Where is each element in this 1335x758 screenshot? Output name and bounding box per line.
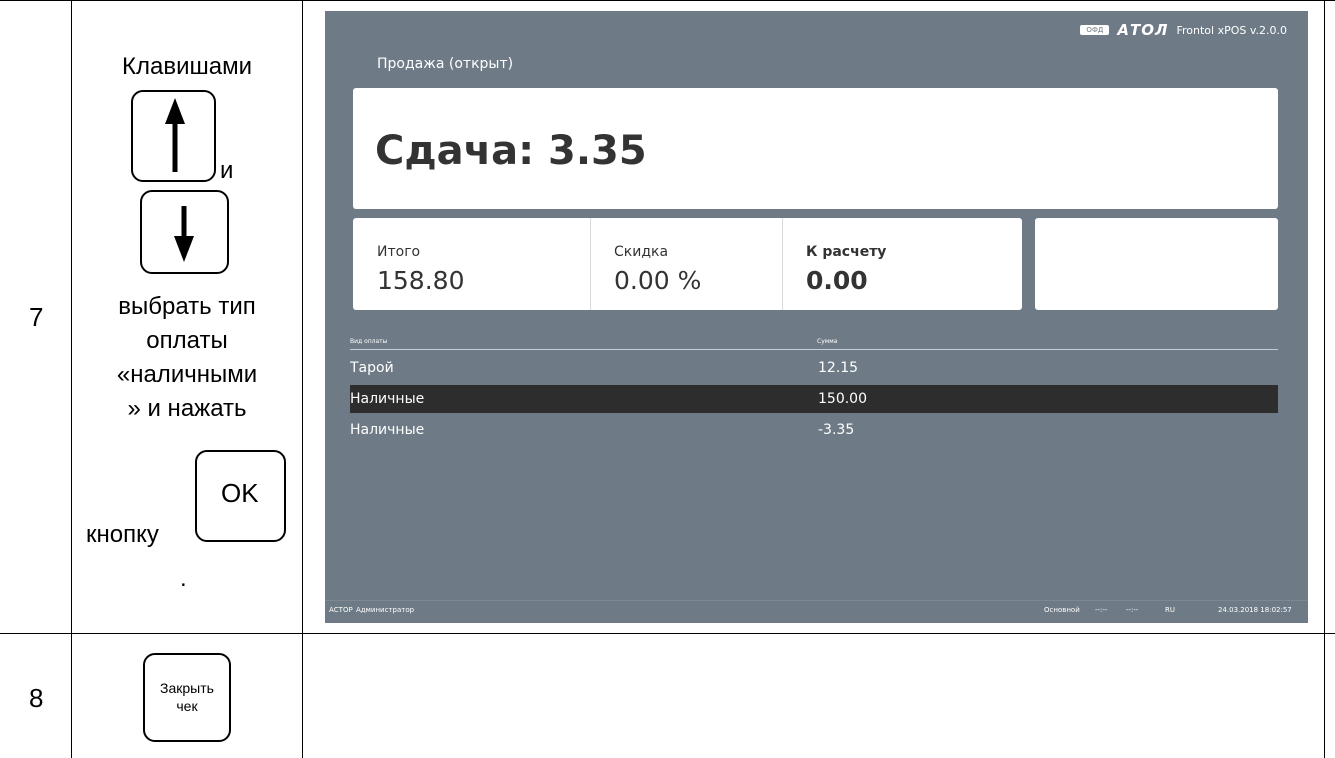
step-number: 8 (29, 683, 44, 713)
total-value: 158.80 (377, 266, 465, 295)
product-version: Frontol xPOS v.2.0.0 (1176, 23, 1287, 37)
table-border (302, 0, 303, 758)
status-bar: АСТОР Администратор Основной --:-- --:--… (325, 601, 1308, 623)
down-arrow-key (140, 190, 229, 274)
instruction-line: » и нажать (127, 395, 247, 422)
payment-sum-header: Сумма (817, 338, 838, 345)
aton-logo: АТОЛ (1117, 21, 1169, 39)
datetime: 24.03.2018 18:02:57 (1218, 606, 1292, 614)
payment-type-header: Вид оплаты (350, 338, 388, 345)
instruction-and: и (220, 157, 234, 184)
empty-panel (1035, 218, 1278, 310)
language: RU (1165, 606, 1175, 614)
totals-panel: Итого 158.80 Скидка 0.00 % К расчету 0.0… (353, 218, 1022, 310)
brand-bar: ОФД АТОЛ Frontol xPOS v.2.0.0 (1080, 21, 1287, 39)
ok-key: OK (195, 450, 286, 542)
pos-screen: ОФД АТОЛ Frontol xPOS v.2.0.0 Продажа (о… (325, 11, 1308, 623)
up-arrow-key (131, 90, 216, 182)
arrow-up-icon (165, 98, 185, 172)
instruction-line: кнопку (86, 521, 159, 548)
due-value: 0.00 (806, 266, 868, 295)
user-name: Администратор (356, 606, 415, 614)
payment-sum: 150.00 (818, 391, 867, 407)
table-border (1324, 0, 1325, 758)
sale-status-title: Продажа (открыт) (377, 56, 514, 72)
due-label: К расчету (806, 244, 887, 260)
discount-cell: Скидка 0.00 % (590, 218, 782, 310)
payment-type: Тарой (350, 360, 394, 376)
payment-sum: 12.15 (818, 360, 859, 376)
ok-key-label: OK (221, 478, 259, 508)
close-check-key: Закрыть чек (143, 653, 231, 742)
total-cell: Итого 158.80 (353, 218, 590, 310)
close-check-label-line: Закрыть (160, 680, 214, 696)
mode: Основной (1044, 606, 1080, 614)
total-label: Итого (377, 244, 421, 260)
status-field: --:-- (1126, 606, 1139, 614)
payment-row[interactable]: Тарой 12.15 (350, 354, 1278, 382)
payment-sum: -3.35 (818, 422, 855, 438)
payment-type: Наличные (350, 422, 425, 438)
change-amount: Сдача: 3.35 (375, 128, 647, 174)
payment-row[interactable]: Наличные -3.35 (350, 416, 1278, 444)
step-number: 7 (29, 302, 44, 332)
header-divider (350, 349, 1278, 350)
discount-value: 0.00 % (614, 266, 702, 295)
status-field: --:-- (1095, 606, 1108, 614)
change-panel: Сдача: 3.35 (353, 88, 1278, 209)
instruction-line: «наличными (116, 361, 258, 388)
payment-row-selected[interactable]: Наличные 150.00 (350, 385, 1278, 413)
close-check-label-line: чек (176, 698, 198, 714)
table-border (0, 0, 1335, 1)
close-check-label: Закрыть чек (145, 679, 229, 715)
payment-type: Наличные (350, 391, 425, 407)
discount-label: Скидка (614, 244, 669, 260)
shop-name: АСТОР (329, 606, 353, 614)
ofd-badge: ОФД (1080, 25, 1110, 35)
table-border (0, 633, 1335, 634)
instruction-line: оплаты (146, 327, 228, 354)
instruction-line: выбрать тип (118, 293, 256, 320)
instruction-line: Клавишами (122, 53, 252, 80)
arrow-down-icon (174, 206, 194, 262)
instruction-dot: . (180, 565, 187, 592)
due-cell: К расчету 0.00 (782, 218, 1022, 310)
